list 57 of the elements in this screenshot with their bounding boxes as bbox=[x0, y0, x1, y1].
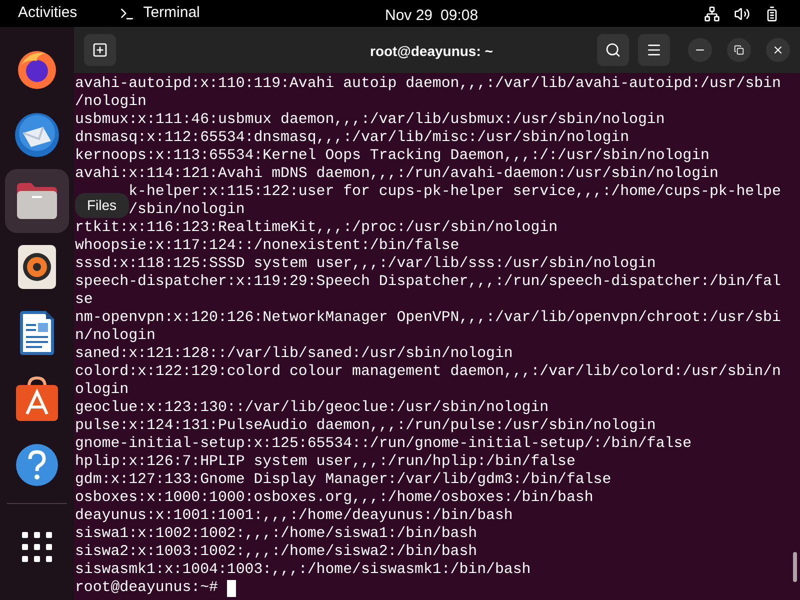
terminal-line: /nologin bbox=[75, 93, 146, 111]
terminal-line: deayunus:x:1001:1001:,,,:/home/deayunus:/bin/bash bbox=[75, 507, 513, 525]
terminal-line: n/nologin bbox=[75, 327, 156, 345]
terminal-line: kernoops:x:113:65534:Kernel Oops Tracking Daemon,,,:/:/usr/sbin/nologin bbox=[75, 147, 710, 165]
speaker-icon bbox=[17, 244, 57, 290]
menu-button[interactable] bbox=[638, 34, 670, 66]
terminal-line: pulse:x:124:131:PulseAudio daemon,,,:/run/pulse:/usr/sbin/nologin bbox=[75, 417, 656, 435]
shell-prompt: root@deayunus:~# bbox=[75, 579, 218, 597]
terminal-line: whoopsie:x:117:124::/nonexistent:/bin/false bbox=[75, 237, 460, 255]
terminal-line: colord:x:122:129:colord colour management daemon,,,:/var/lib/colord:/usr/sbin/n bbox=[75, 363, 781, 381]
tooltip: Files bbox=[75, 193, 129, 218]
terminal-line: gdm:x:127:133:Gnome Display Manager:/var/lib/gdm3:/bin/false bbox=[75, 471, 612, 489]
text-cursor bbox=[226, 580, 236, 596]
terminal-icon bbox=[119, 6, 136, 22]
folder-icon bbox=[15, 181, 59, 221]
shopping-bag-icon bbox=[15, 376, 59, 422]
terminal-line: geoclue:x:123:130::/var/lib/geoclue:/usr/sbin/nologin bbox=[75, 399, 549, 417]
terminal-line: dnsmasq:x:112:65534:dnsmasq,,,:/var/lib/misc:/usr/sbin/nologin bbox=[75, 129, 630, 147]
activities-button[interactable]: Activities bbox=[18, 2, 78, 25]
close-button[interactable] bbox=[766, 38, 790, 62]
search-icon bbox=[605, 42, 621, 58]
new-tab-icon bbox=[92, 42, 108, 58]
terminal-line: sssd:x:118:125:SSSD system user,,,:/var/lib/sss:/usr/sbin/nologin bbox=[75, 255, 656, 273]
menu-icon bbox=[646, 42, 662, 58]
search-button[interactable] bbox=[597, 34, 629, 66]
restore-icon bbox=[734, 45, 744, 55]
terminal-line: avahi-autoipd:x:110:119:Avahi autoip daemon,,,:/var/lib/avahi-autoipd:/usr/sbin bbox=[75, 75, 781, 93]
help-icon bbox=[15, 443, 59, 487]
dock-item[interactable] bbox=[5, 169, 69, 233]
terminal-line: siswasmk1:x:1004:1003:,,,:/home/siswasmk1:/bin/bash bbox=[75, 561, 531, 579]
terminal-line: se bbox=[75, 291, 93, 309]
terminal-line: speech-dispatcher:x:119:29:Speech Dispatcher,,,:/run/speech-dispatcher:/bin/fal bbox=[75, 273, 781, 291]
terminal-line: siswa1:x:1002:1002:,,,:/home/siswa1:/bin/bash bbox=[75, 525, 478, 543]
window-title: root@deayunus: ~ bbox=[370, 42, 493, 61]
terminal-line: siswa2:x:1003:1002:,,,:/home/siswa2:/bin/bash bbox=[75, 543, 478, 561]
terminal-line: saned:x:121:128::/var/lib/saned:/usr/sbin/nologin bbox=[75, 345, 513, 363]
volume-icon[interactable] bbox=[734, 6, 750, 22]
app-menu[interactable]: Terminal bbox=[143, 2, 200, 25]
network-icon[interactable] bbox=[704, 6, 720, 22]
app-grid-icon[interactable] bbox=[22, 532, 52, 562]
terminal-line: /sbin/nologin bbox=[128, 201, 245, 219]
document-icon bbox=[18, 310, 56, 356]
mail-globe-icon bbox=[13, 111, 61, 159]
terminal-line: usbmux:x:111:46:usbmux daemon,,,:/var/lib/usbmux:/usr/sbin/nologin bbox=[75, 111, 665, 129]
terminal-line: gnome-initial-setup:x:125:65534::/run/gnome-initial-setup/:/bin/false bbox=[75, 435, 692, 453]
clock[interactable]: Nov 29 09:08 bbox=[385, 5, 478, 28]
scrollbar[interactable] bbox=[793, 552, 797, 582]
close-icon bbox=[772, 44, 784, 56]
terminal-line: hplip:x:126:7:HPLIP system user,,,:/run/hplip:/bin/false bbox=[75, 453, 576, 471]
restore-button[interactable] bbox=[727, 38, 751, 62]
new-tab-button[interactable] bbox=[84, 34, 116, 66]
terminal-line: ologin bbox=[75, 381, 129, 399]
terminal-line: k-helper:x:115:122:user for cups-pk-helper service,,,:/home/cups-pk-helpe bbox=[128, 183, 781, 201]
terminal-line: osboxes:x:1000:1000:osboxes.org,,,:/home/osboxes:/bin/bash bbox=[75, 489, 594, 507]
terminal-line: rtkit:x:116:123:RealtimeKit,,,:/proc:/usr/sbin/nologin bbox=[75, 219, 558, 237]
terminal-line: avahi:x:114:121:Avahi mDNS daemon,,,:/run/avahi-daemon:/usr/sbin/nologin bbox=[75, 165, 718, 183]
terminal-line: nm-openvpn:x:120:126:NetworkManager OpenVPN,,,:/var/lib/openvpn/chroot:/usr/sbi bbox=[75, 309, 781, 327]
